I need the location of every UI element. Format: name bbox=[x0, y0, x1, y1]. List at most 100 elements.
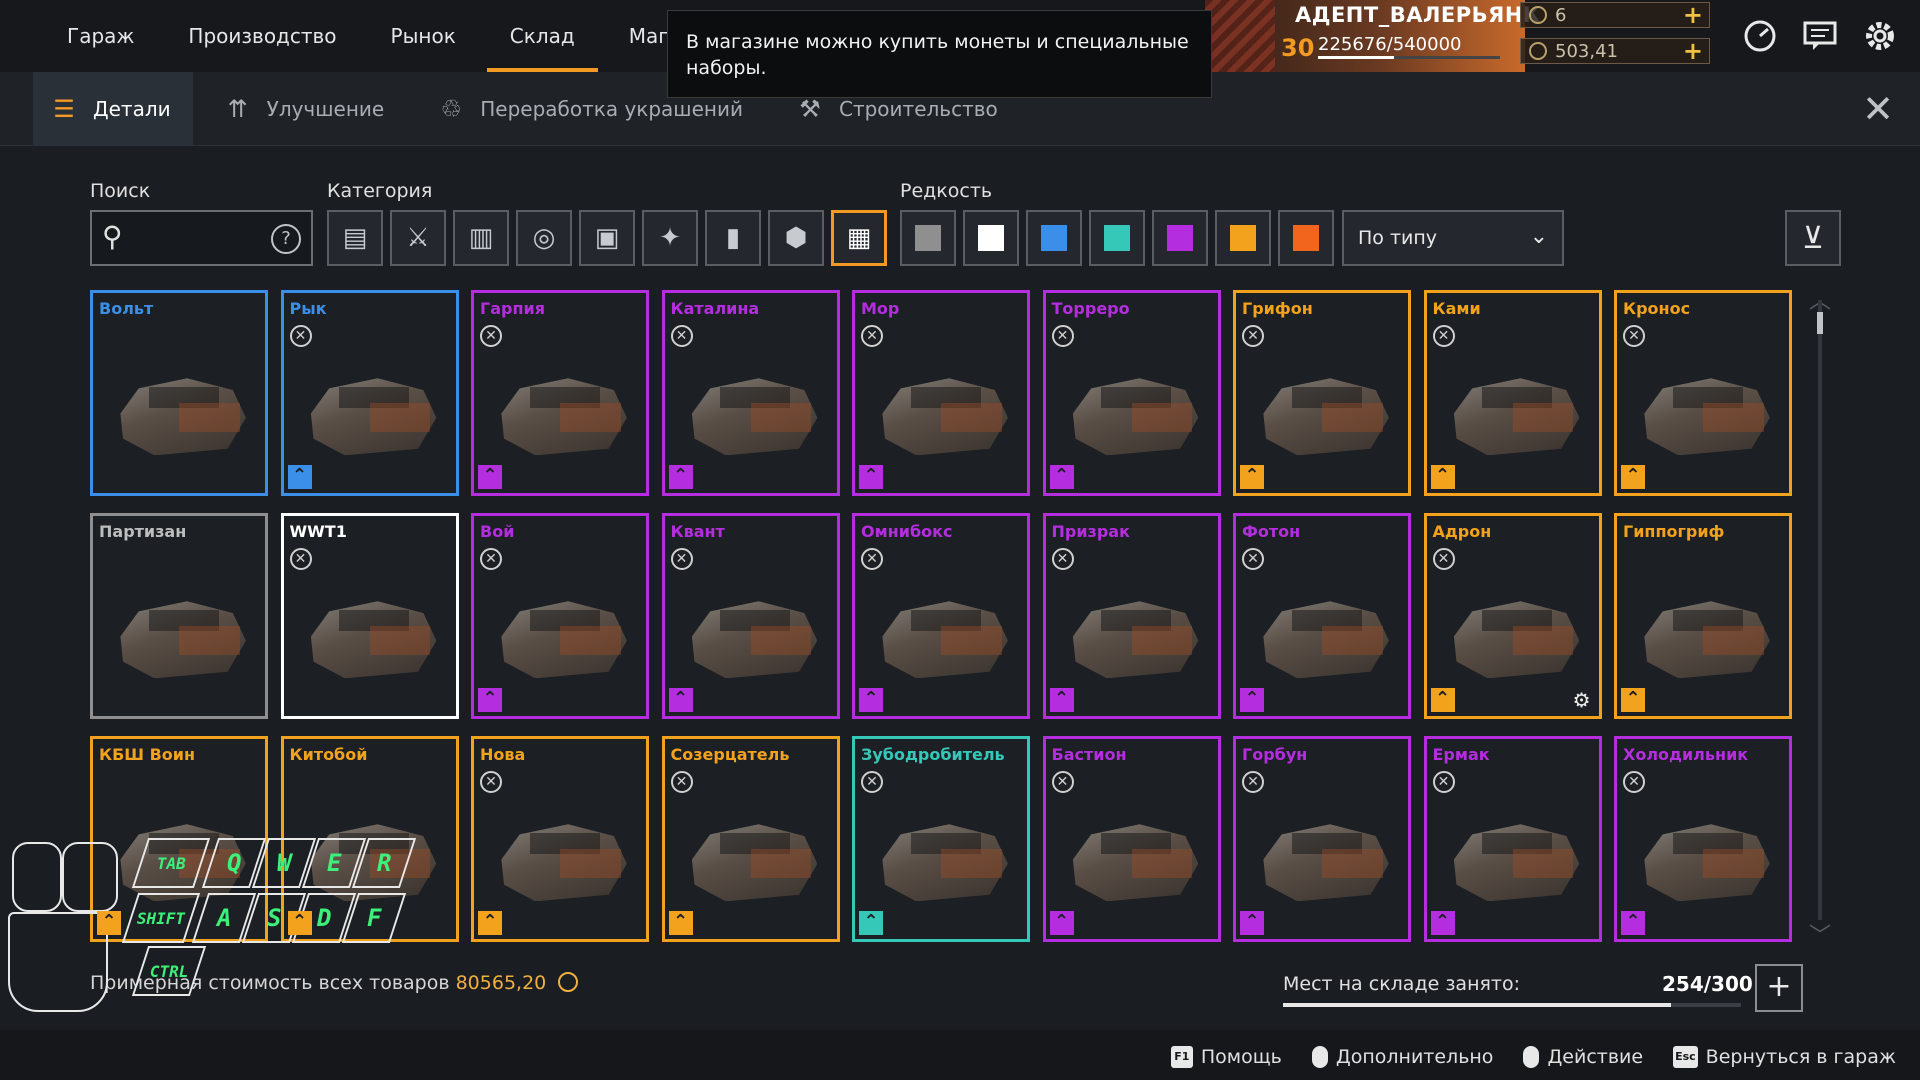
player-level: 30 bbox=[1281, 34, 1315, 62]
clear-filter-icon[interactable]: ⊻ bbox=[1785, 210, 1841, 266]
gear-icon[interactable] bbox=[1860, 16, 1900, 56]
item-card[interactable]: Ками ✕ ⌃ bbox=[1423, 290, 1602, 496]
category-filter-paint[interactable]: ▮ bbox=[705, 210, 761, 266]
item-card[interactable]: Гарпия ✕ ⌃ bbox=[471, 290, 649, 496]
category-filter-gear-part[interactable]: ⬢ bbox=[768, 210, 824, 266]
item-card[interactable]: Вой ✕ ⌃ bbox=[471, 513, 649, 719]
item-card[interactable]: Рык ✕ ⌃ bbox=[280, 290, 459, 496]
currency-coins[interactable]: 503,41 + bbox=[1520, 38, 1710, 64]
item-card[interactable]: Холодильник ✕ ⌃ bbox=[1614, 736, 1792, 942]
category-filter-module[interactable]: ▥ bbox=[453, 210, 509, 266]
category-filter-decor[interactable]: ✦ bbox=[642, 210, 698, 266]
item-card[interactable]: Ермак ✕ ⌃ bbox=[1423, 736, 1602, 942]
esc-key-icon: Esc bbox=[1673, 1046, 1698, 1068]
scroll-down-icon[interactable]: ﹀ bbox=[1809, 918, 1831, 950]
not-tradeable-icon: ✕ bbox=[861, 771, 883, 793]
item-card[interactable]: Бастион ✕ ⌃ bbox=[1042, 736, 1221, 942]
tab-build-label: Строительство bbox=[839, 97, 998, 121]
item-card[interactable]: Фотон ✕ ⌃ bbox=[1233, 513, 1411, 719]
close-icon[interactable]: ✕ bbox=[1862, 90, 1894, 128]
search-field[interactable]: ⚲ ? bbox=[90, 210, 313, 266]
gear-part-icon: ⬢ bbox=[784, 223, 808, 253]
scrollbar[interactable] bbox=[1818, 300, 1822, 920]
speedometer-icon[interactable] bbox=[1740, 16, 1780, 56]
category-filter-cabin[interactable]: ▤ bbox=[327, 210, 383, 266]
item-name: Бастион bbox=[1051, 745, 1127, 764]
tab-market[interactable]: Рынок bbox=[364, 0, 483, 72]
item-card[interactable]: Горбун ✕ ⌃ bbox=[1233, 736, 1411, 942]
chat-icon[interactable] bbox=[1800, 16, 1840, 56]
search-input[interactable] bbox=[140, 220, 260, 256]
module-icon: ▥ bbox=[468, 223, 494, 253]
item-name: Грифон bbox=[1242, 299, 1313, 318]
category-filter-all[interactable]: ▦ bbox=[831, 210, 887, 266]
not-tradeable-icon: ✕ bbox=[1432, 548, 1455, 570]
rarity-filter-6[interactable] bbox=[1215, 210, 1271, 266]
tab-storage[interactable]: Склад bbox=[483, 0, 602, 72]
tab-garage[interactable]: Гараж bbox=[40, 0, 161, 72]
item-card[interactable]: Нова ✕ ⌃ bbox=[471, 736, 649, 942]
item-card[interactable]: Мор ✕ ⌃ bbox=[852, 290, 1030, 496]
sort-value: По типу bbox=[1358, 227, 1438, 249]
upgrade-icon: ⌃ bbox=[1049, 465, 1074, 489]
add-coins-button[interactable]: + bbox=[1683, 39, 1703, 63]
player-name: АДЕПТ_ВАЛЕРЬЯНК bbox=[1295, 3, 1541, 27]
item-name: Гарпия bbox=[480, 299, 545, 318]
not-tradeable-icon: ✕ bbox=[1051, 771, 1074, 793]
cabin-image bbox=[1246, 348, 1398, 479]
currency-coupons[interactable]: 6 + bbox=[1520, 2, 1710, 28]
tab-parts[interactable]: ☰ Детали bbox=[33, 72, 193, 146]
item-card[interactable]: Зубодробитель ✕ ⌃ bbox=[852, 736, 1030, 942]
item-name: Нова bbox=[480, 745, 526, 764]
item-card[interactable]: Вольт bbox=[90, 290, 268, 496]
cabin-image bbox=[1627, 571, 1779, 702]
shop-tooltip: В магазине можно купить монеты и специал… bbox=[667, 10, 1212, 98]
item-card[interactable]: Адрон ✕ ⌃ ⚙ bbox=[1423, 513, 1602, 719]
rarity-swatch bbox=[1167, 225, 1193, 251]
hint-help-label: Помощь bbox=[1200, 1046, 1282, 1068]
hint-back[interactable]: Esc Вернуться в гараж bbox=[1673, 1046, 1896, 1068]
item-card[interactable]: Грифон ✕ ⌃ bbox=[1233, 290, 1411, 496]
cabin-image bbox=[865, 348, 1017, 479]
avatar[interactable] bbox=[1205, 0, 1275, 72]
item-card[interactable]: Квант ✕ ⌃ bbox=[661, 513, 840, 719]
tab-upgrade[interactable]: ⇈ Улучшение bbox=[207, 72, 407, 146]
rarity-filter-5[interactable] bbox=[1152, 210, 1208, 266]
tab-production[interactable]: Производство bbox=[161, 0, 363, 72]
expand-storage-button[interactable]: + bbox=[1755, 964, 1803, 1012]
item-card[interactable]: Гиппогриф ⌃ bbox=[1614, 513, 1792, 719]
item-card[interactable]: Созерцатель ✕ ⌃ bbox=[661, 736, 840, 942]
category-filter-frame[interactable]: ▣ bbox=[579, 210, 635, 266]
xp-progress-fill bbox=[1318, 56, 1395, 59]
item-card[interactable]: Омнибокс ✕ ⌃ bbox=[852, 513, 1030, 719]
item-card[interactable]: Призрак ✕ ⌃ bbox=[1042, 513, 1221, 719]
category-filter-wheel[interactable]: ◎ bbox=[516, 210, 572, 266]
help-icon[interactable]: ? bbox=[271, 224, 301, 254]
rarity-filter-2[interactable] bbox=[963, 210, 1019, 266]
cabin-image bbox=[1056, 571, 1208, 702]
hint-more[interactable]: Дополнительно bbox=[1311, 1046, 1493, 1068]
hint-action[interactable]: Действие bbox=[1523, 1046, 1643, 1068]
rarity-swatch bbox=[1230, 225, 1256, 251]
hint-help[interactable]: F1 Помощь bbox=[1170, 1046, 1282, 1068]
item-card[interactable]: Кронос ✕ ⌃ bbox=[1614, 290, 1792, 496]
item-card[interactable]: Торреро ✕ ⌃ bbox=[1042, 290, 1221, 496]
item-card[interactable]: WWT1 ✕ bbox=[280, 513, 459, 719]
sort-dropdown[interactable]: По типу ⌄ bbox=[1342, 210, 1564, 266]
rarity-filter-1[interactable] bbox=[900, 210, 956, 266]
rarity-filter-4[interactable] bbox=[1089, 210, 1145, 266]
mouse-overlay-body bbox=[8, 912, 108, 1012]
item-card[interactable]: Каталина ✕ ⌃ bbox=[661, 290, 840, 496]
search-icon: ⚲ bbox=[102, 220, 123, 253]
keyboard-overlay: TAB Q W E R SHIFT A S D F CTRL bbox=[0, 838, 440, 1018]
category-filter-weapon[interactable]: ⚔ bbox=[390, 210, 446, 266]
add-coupons-button[interactable]: + bbox=[1683, 3, 1703, 27]
item-card[interactable]: Партизан bbox=[90, 513, 268, 719]
rarity-filter-7[interactable] bbox=[1278, 210, 1334, 266]
rarity-filter-3[interactable] bbox=[1026, 210, 1082, 266]
scrollbar-thumb[interactable] bbox=[1817, 312, 1823, 334]
rarity-swatch bbox=[1104, 225, 1130, 251]
storage-progress-fill bbox=[1283, 1003, 1671, 1007]
upgrade-icon: ⌃ bbox=[1430, 911, 1455, 935]
upgrade-icon: ⌃ bbox=[1430, 688, 1455, 712]
